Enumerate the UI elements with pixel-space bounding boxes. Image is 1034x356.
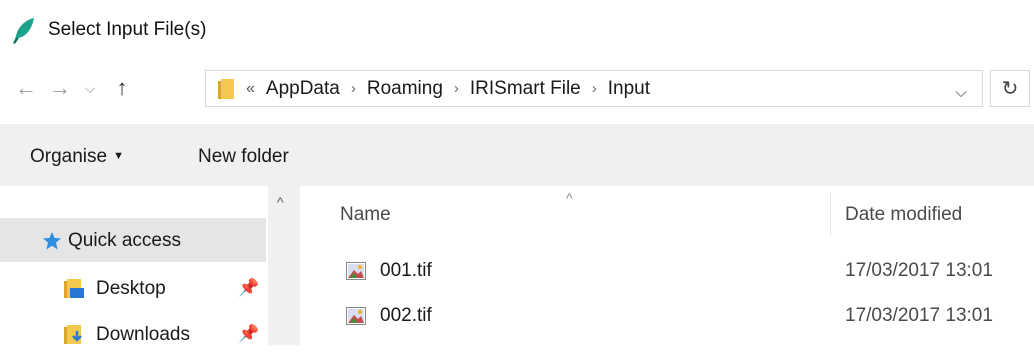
scroll-up-icon[interactable]: ^ <box>277 194 284 210</box>
caret-down-icon: ▼ <box>113 150 124 162</box>
organise-label: Organise <box>30 146 108 167</box>
refresh-button[interactable]: ↻ <box>990 70 1030 107</box>
file-date-modified: 17/03/2017 13:01 <box>845 305 993 326</box>
forward-button[interactable]: → <box>46 73 74 103</box>
navigation-pane-scrollbar[interactable]: ^ <box>268 186 300 345</box>
chevron-down-icon: ⌵ <box>84 79 96 96</box>
file-row[interactable]: 001.tif 17/03/2017 13:01 <box>300 255 1034 295</box>
column-divider[interactable] <box>830 192 831 236</box>
chevron-right-icon[interactable]: › <box>454 80 459 97</box>
file-row[interactable]: 002.tif 17/03/2017 13:01 <box>300 300 1034 340</box>
file-list: ^ Name Date modified 001.tif 17/03/2017 … <box>300 186 1034 345</box>
organise-button[interactable]: Organise ▼ <box>30 146 124 168</box>
overflow-chevron-icon[interactable]: « <box>246 80 255 98</box>
star-icon <box>43 232 61 250</box>
chevron-right-icon[interactable]: › <box>592 80 597 97</box>
sidebar-item-desktop[interactable]: Desktop 📌 <box>0 266 266 310</box>
arrow-right-icon: → <box>49 75 71 100</box>
tif-image-icon <box>346 307 366 325</box>
sort-ascending-icon: ^ <box>566 190 573 206</box>
sidebar-item-label: Downloads <box>96 324 190 345</box>
refresh-icon: ↻ <box>1001 78 1019 100</box>
arrow-left-icon: ← <box>15 75 37 100</box>
column-header-name[interactable]: Name <box>340 204 391 226</box>
file-date-modified: 17/03/2017 13:01 <box>845 260 993 281</box>
pin-icon[interactable]: 📌 <box>238 278 259 298</box>
command-toolbar: Organise ▼ New folder <box>0 124 1034 186</box>
up-button[interactable]: ↑ <box>105 73 139 103</box>
downloads-folder-icon <box>64 325 82 344</box>
recent-locations-button[interactable]: ⌵ <box>80 73 100 103</box>
navigation-bar: ← → ⌵ ↑ « AppData › Roaming › IRISmart F… <box>0 62 1034 112</box>
breadcrumb-irismart-file[interactable]: IRISmart File <box>470 78 581 100</box>
chevron-down-icon: ⌵ <box>955 83 967 101</box>
address-dropdown-button[interactable]: ⌵ <box>950 81 972 103</box>
window-title: Select Input File(s) <box>48 19 207 40</box>
desktop-folder-icon <box>64 279 84 298</box>
sidebar-item-quick-access[interactable]: Quick access <box>0 218 266 262</box>
back-button[interactable]: ← <box>12 73 40 103</box>
title-bar: Select Input File(s) <box>0 0 1034 62</box>
chevron-right-icon[interactable]: › <box>351 80 356 97</box>
new-folder-button[interactable]: New folder <box>198 146 289 168</box>
file-name: 001.tif <box>380 260 432 281</box>
folder-icon <box>218 79 234 99</box>
tif-image-icon <box>346 262 366 280</box>
breadcrumb-appdata[interactable]: AppData <box>266 78 340 100</box>
arrow-up-icon: ↑ <box>116 75 128 100</box>
file-name: 002.tif <box>380 305 432 326</box>
address-bar[interactable]: « AppData › Roaming › IRISmart File › In… <box>205 70 983 107</box>
sidebar-item-label: Quick access <box>68 230 181 251</box>
breadcrumb-input[interactable]: Input <box>608 78 650 100</box>
column-header-date-modified[interactable]: Date modified <box>845 204 962 226</box>
navigation-pane: Quick access Desktop 📌 Downloads 📌 ^ <box>0 186 300 345</box>
sidebar-item-downloads[interactable]: Downloads 📌 <box>0 312 266 356</box>
breadcrumb-roaming[interactable]: Roaming <box>367 78 443 100</box>
pin-icon[interactable]: 📌 <box>238 324 259 344</box>
sidebar-item-label: Desktop <box>96 278 166 299</box>
app-feather-icon <box>13 18 34 44</box>
breadcrumb: « AppData › Roaming › IRISmart File › In… <box>246 71 650 106</box>
